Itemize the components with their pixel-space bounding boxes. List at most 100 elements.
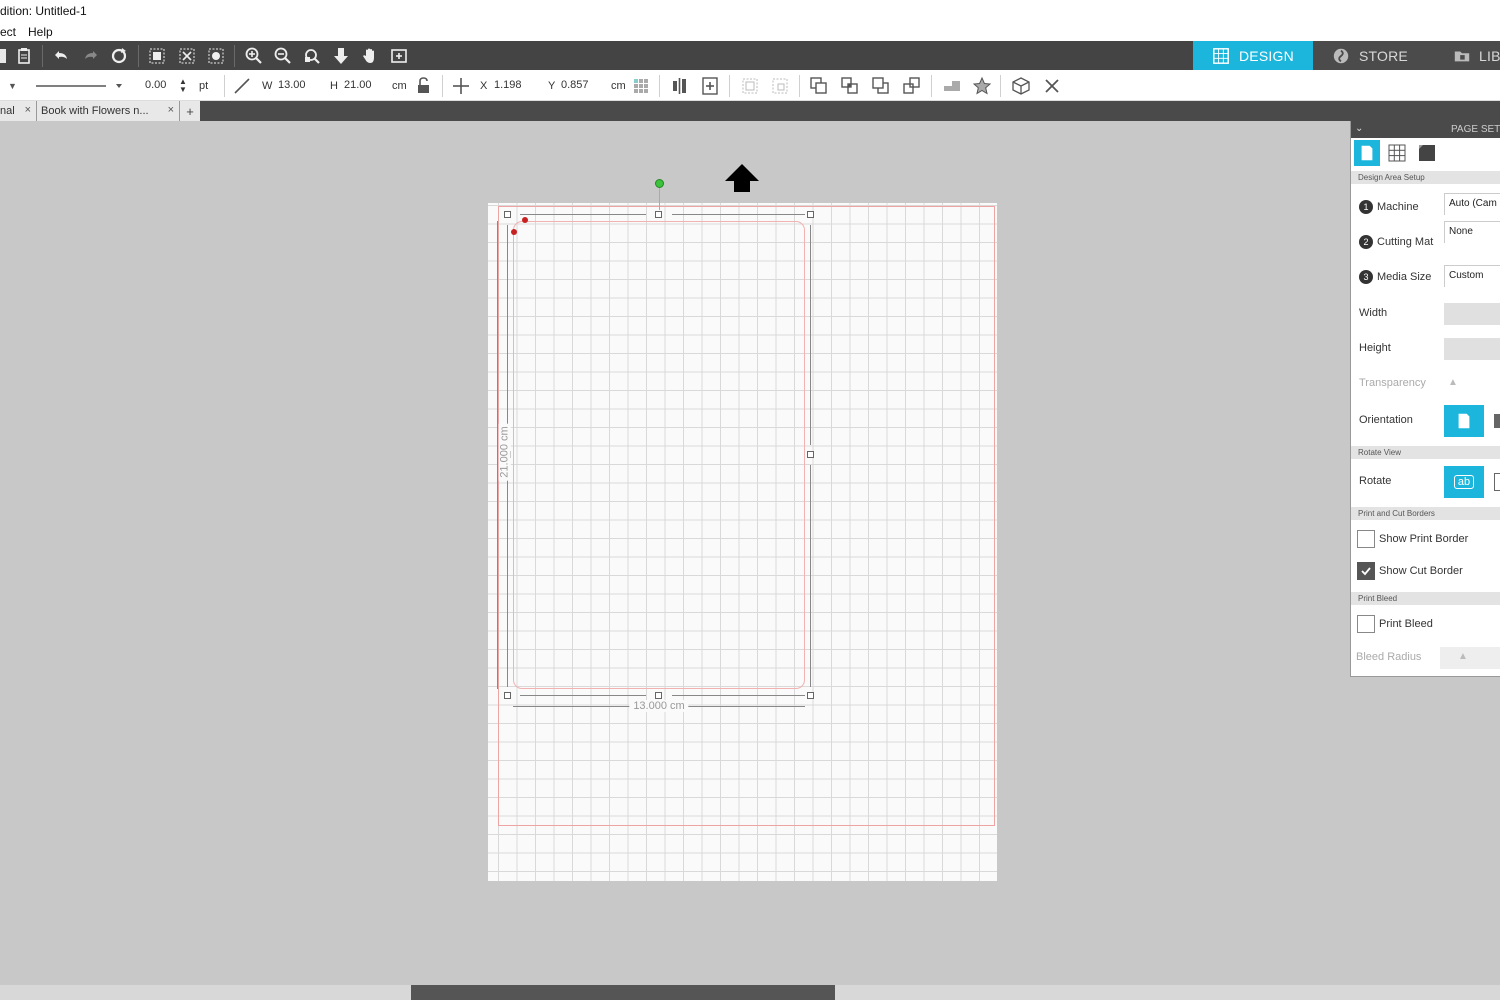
horizontal-scrollbar[interactable] xyxy=(0,985,1500,1000)
bleed-radius-slider[interactable]: ▲ xyxy=(1440,647,1500,669)
bleed-radius-label: Bleed Radius xyxy=(1356,651,1422,663)
document-tab-active[interactable]: Book with Flowers n... × xyxy=(37,101,180,121)
grid-settings-tab[interactable] xyxy=(1384,140,1410,166)
transparency-slider[interactable]: ▲ xyxy=(1444,373,1500,395)
toolbar-separator xyxy=(224,75,225,97)
print-bleed-label: Print Bleed xyxy=(1379,618,1433,630)
favorite-star-icon[interactable] xyxy=(970,74,994,98)
select-all-icon[interactable] xyxy=(146,45,168,67)
bring-forward-icon[interactable] xyxy=(838,74,862,98)
line-style-select[interactable] xyxy=(36,70,126,101)
rotation-handle[interactable] xyxy=(655,179,664,188)
menu-item-help[interactable]: Help xyxy=(28,25,53,39)
send-to-back-icon[interactable] xyxy=(900,74,924,98)
add-page-icon[interactable] xyxy=(388,45,410,67)
redo-icon[interactable] xyxy=(80,45,102,67)
select-by-color-icon[interactable] xyxy=(205,45,227,67)
height-label: Height xyxy=(1359,342,1391,354)
page-icon xyxy=(1361,145,1373,161)
send-backward-icon[interactable] xyxy=(869,74,893,98)
dropdown-arrow-icon[interactable]: ▼ xyxy=(8,70,17,101)
tab-close-icon[interactable]: × xyxy=(25,104,31,116)
resize-handle[interactable] xyxy=(655,211,662,218)
bring-to-front-icon[interactable] xyxy=(807,74,831,98)
add-tab-button[interactable]: + xyxy=(180,101,200,121)
toolbar-separator xyxy=(138,45,139,67)
ungroup-icon[interactable] xyxy=(768,74,792,98)
portrait-orientation-button[interactable] xyxy=(1444,405,1484,437)
width-input[interactable] xyxy=(1444,303,1500,325)
toolbar-separator xyxy=(931,75,932,97)
print-bleed-checkbox[interactable] xyxy=(1357,615,1375,633)
rotation-handle-stem xyxy=(659,188,660,210)
weld-icon[interactable] xyxy=(940,74,964,98)
resize-handle[interactable] xyxy=(504,692,511,699)
width-input[interactable]: 13.00 xyxy=(275,76,321,95)
resize-handle[interactable] xyxy=(504,211,511,218)
menu-item-object[interactable]: ect xyxy=(0,25,16,39)
pan-hand-icon[interactable] xyxy=(359,45,381,67)
save-icon[interactable] xyxy=(0,45,10,67)
lock-aspect-icon[interactable] xyxy=(412,74,436,98)
position-unit-label: cm xyxy=(611,79,626,92)
center-to-page-icon[interactable] xyxy=(698,74,722,98)
height-input[interactable]: 21.00 xyxy=(341,76,387,95)
undo-icon[interactable] xyxy=(50,45,72,67)
tab-design[interactable]: DESIGN xyxy=(1193,41,1313,70)
landscape-orientation-button[interactable] xyxy=(1494,414,1500,428)
group-icon[interactable] xyxy=(738,74,762,98)
show-print-border-checkbox[interactable] xyxy=(1357,530,1375,548)
resize-handle[interactable] xyxy=(807,451,814,458)
machine-select[interactable]: Auto (Cam xyxy=(1444,193,1500,215)
corner-radius-handle[interactable] xyxy=(511,229,517,235)
grid-icon xyxy=(1211,46,1231,66)
selection-box-edge xyxy=(507,225,508,445)
y-position-input[interactable]: 0.857 xyxy=(558,76,606,95)
line-weight-input[interactable]: 0.00 xyxy=(142,76,176,95)
rotate-view-alt-button[interactable] xyxy=(1494,473,1500,491)
zoom-out-icon[interactable] xyxy=(272,45,294,67)
toolbar-separator xyxy=(234,45,235,67)
refresh-icon[interactable] xyxy=(108,45,130,67)
cutting-mat-select[interactable]: None xyxy=(1444,221,1500,243)
height-dimension: 21.000 cm xyxy=(490,221,511,689)
scrollbar-thumb[interactable] xyxy=(411,985,835,1000)
menu-bar: ect Help xyxy=(0,22,1500,41)
reference-point-icon[interactable] xyxy=(629,74,653,98)
page-setup-tab[interactable] xyxy=(1354,140,1380,166)
x-position-input[interactable]: 1.198 xyxy=(491,76,539,95)
tab-design-label: DESIGN xyxy=(1239,47,1294,64)
tab-store[interactable]: STORE xyxy=(1313,41,1435,70)
resize-handle[interactable] xyxy=(807,211,814,218)
deselect-icon[interactable] xyxy=(176,45,198,67)
height-input[interactable] xyxy=(1444,338,1500,360)
clipboard-icon[interactable] xyxy=(13,45,35,67)
show-cut-border-checkbox[interactable] xyxy=(1357,562,1375,580)
rotate-view-button[interactable]: ab xyxy=(1444,466,1484,498)
zoom-in-icon[interactable] xyxy=(243,45,265,67)
media-size-label: 3 Media Size xyxy=(1359,270,1431,284)
position-crosshair-icon[interactable] xyxy=(449,74,473,98)
resize-handle[interactable] xyxy=(655,692,662,699)
line-tool-icon[interactable] xyxy=(230,74,254,98)
width-label: W xyxy=(262,79,273,92)
media-size-select[interactable]: Custom xyxy=(1444,265,1500,287)
tab-close-icon[interactable]: × xyxy=(168,104,174,116)
selection-box-edge xyxy=(810,465,811,687)
tab-library[interactable]: LIB xyxy=(1435,41,1500,70)
checkmark-icon xyxy=(1361,567,1371,576)
rounded-rectangle-shape[interactable] xyxy=(513,221,805,689)
align-center-icon[interactable] xyxy=(668,74,692,98)
collapse-chevron-icon[interactable]: ⌄ xyxy=(1355,123,1363,134)
size-unit-label: cm xyxy=(392,79,407,92)
move-down-arrow-icon[interactable] xyxy=(330,45,352,67)
corner-radius-handle[interactable] xyxy=(522,217,528,223)
document-tab[interactable]: nal × xyxy=(0,101,37,121)
resize-handle[interactable] xyxy=(807,692,814,699)
close-icon[interactable] xyxy=(1040,74,1064,98)
zoom-fit-icon[interactable] xyxy=(301,45,323,67)
line-weight-stepper[interactable]: ▲ ▼ xyxy=(179,70,187,101)
background-tab[interactable] xyxy=(1414,140,1440,166)
3d-box-icon[interactable] xyxy=(1009,74,1033,98)
section-print-bleed: Print Bleed xyxy=(1351,592,1500,605)
